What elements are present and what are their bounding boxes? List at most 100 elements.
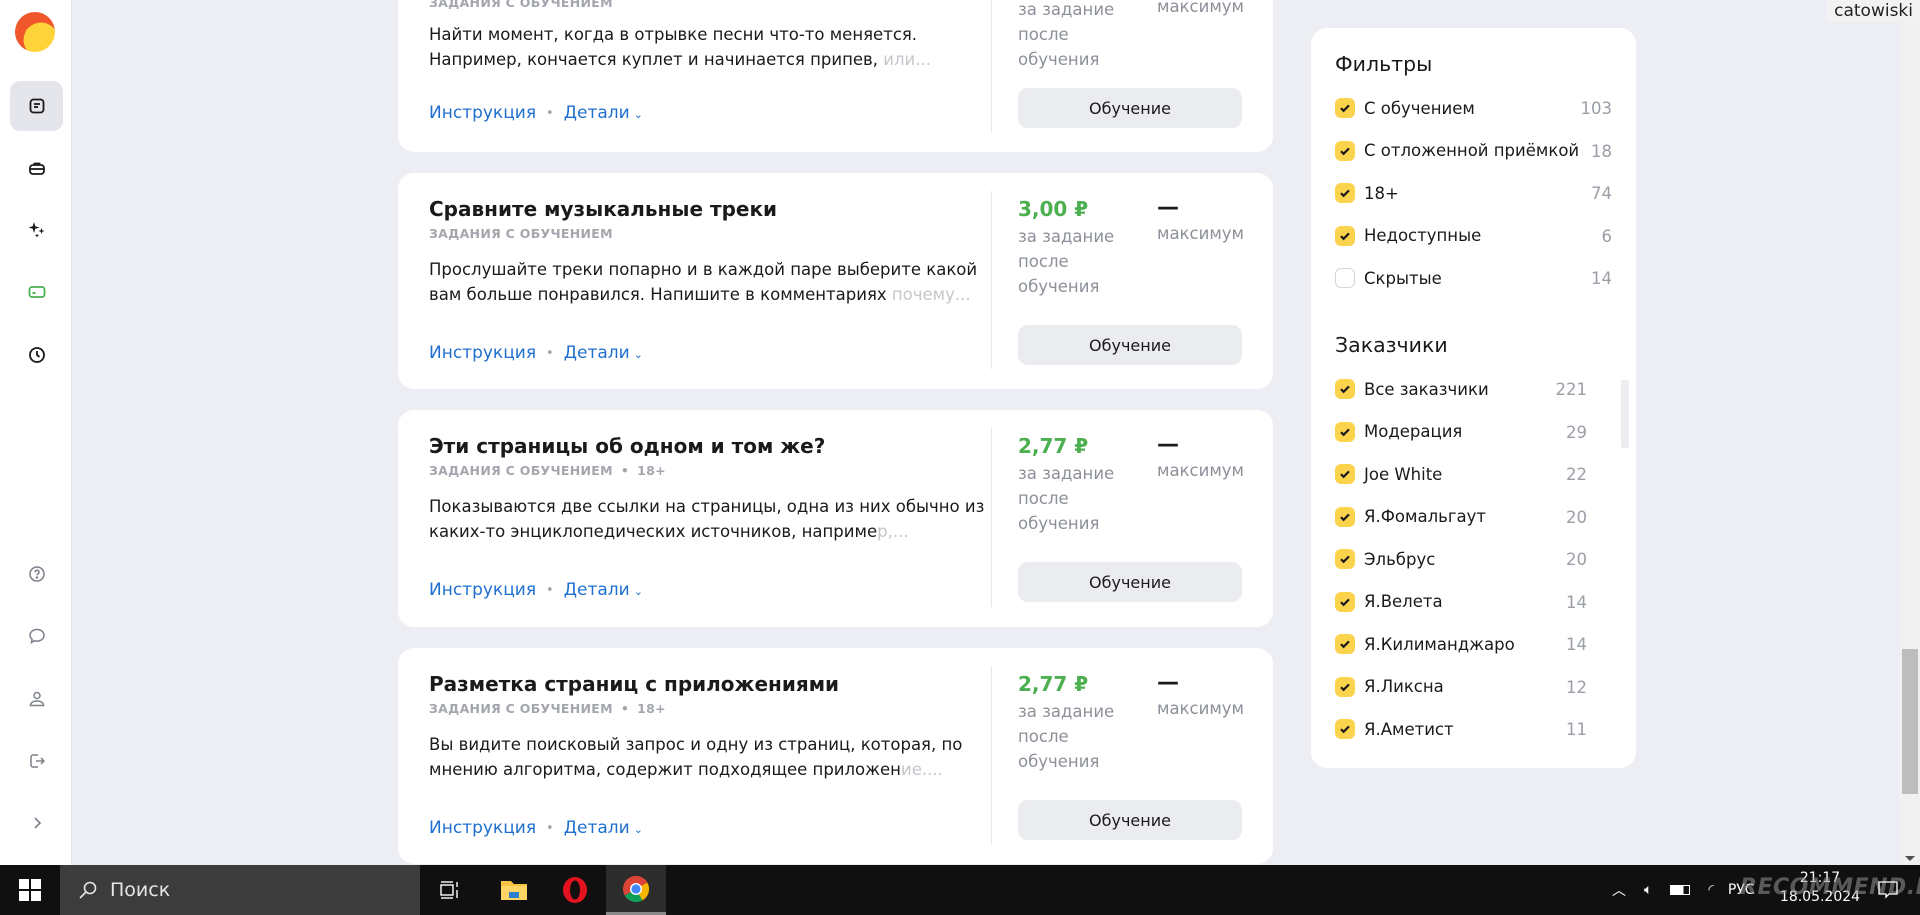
- divider: [991, 191, 992, 369]
- customer-checkbox-row[interactable]: Модерация: [1335, 421, 1463, 442]
- checkbox-checked[interactable]: [1335, 98, 1355, 118]
- filter-checkbox-row[interactable]: Скрытые: [1335, 268, 1442, 288]
- customer-checkbox-row[interactable]: Все заказчики: [1335, 379, 1489, 399]
- training-button[interactable]: Обучение: [1018, 88, 1242, 128]
- sidebar-item-skills[interactable]: [10, 205, 63, 255]
- age-badge: 18+: [637, 701, 666, 716]
- details-link[interactable]: Детали ⌄: [564, 580, 643, 600]
- count-badge: 6: [1601, 226, 1613, 246]
- customers-scrollbar[interactable]: [1621, 380, 1629, 448]
- details-link[interactable]: Детали ⌄: [564, 103, 643, 123]
- checkmark-icon: [1340, 555, 1350, 564]
- sidebar-item-logout[interactable]: [10, 736, 63, 786]
- checkmark-icon: [1340, 640, 1350, 649]
- checkbox-label: Скрытые: [1364, 268, 1442, 288]
- wifi-icon[interactable]: ◜: [1708, 882, 1713, 898]
- customer-checkbox-row[interactable]: Я.Фомальгаут: [1335, 506, 1486, 527]
- windows-logo-icon: [19, 879, 41, 901]
- filter-checkbox-row[interactable]: С отложенной приёмкой: [1335, 140, 1580, 161]
- details-link[interactable]: Детали ⌄: [564, 818, 643, 838]
- user-icon: [29, 691, 44, 707]
- task-category: ЗАДАНИЯ С ОБУЧЕНИЕМ • 18+: [429, 463, 666, 478]
- sparkles-icon: [28, 222, 44, 238]
- left-sidebar: [0, 0, 72, 865]
- checkbox-checked[interactable]: [1335, 676, 1355, 697]
- task-title[interactable]: Сравните музыкальные треки: [429, 197, 777, 221]
- task-card: Разметка страниц с приложениями ЗАДАНИЯ …: [398, 648, 1273, 864]
- instruction-link[interactable]: Инструкция: [429, 343, 536, 363]
- opera-button[interactable]: [545, 865, 605, 915]
- checkbox-label: Все заказчики: [1364, 379, 1489, 399]
- checkbox-checked[interactable]: [1335, 634, 1355, 654]
- instruction-link[interactable]: Инструкция: [429, 818, 536, 838]
- customer-checkbox-row[interactable]: Я.Велета: [1335, 591, 1443, 612]
- task-category: ЗАДАНИЯ С ОБУЧЕНИЕМ: [429, 0, 613, 10]
- sidebar-item-history[interactable]: [10, 330, 63, 380]
- sidebar-item-help[interactable]: [10, 549, 63, 599]
- filter-checkbox-row[interactable]: Недоступные: [1335, 225, 1481, 246]
- checkbox-checked[interactable]: [1335, 591, 1355, 612]
- username-label: catowiski: [1827, 0, 1920, 22]
- taskbar-search[interactable]: Поиск: [60, 865, 420, 915]
- customer-checkbox-row[interactable]: Я.Ликсна: [1335, 676, 1444, 697]
- checkbox-checked[interactable]: [1335, 183, 1355, 203]
- battery-icon[interactable]: [1670, 885, 1691, 895]
- checkbox-label: Я.Ликсна: [1364, 677, 1444, 696]
- scroll-down-arrow-icon[interactable]: [1905, 856, 1915, 861]
- sidebar-item-messages[interactable]: [10, 611, 63, 661]
- instruction-link[interactable]: Инструкция: [429, 103, 536, 123]
- app-logo[interactable]: [15, 12, 55, 52]
- chevron-down-icon: ⌄: [633, 823, 643, 836]
- start-button[interactable]: [0, 865, 60, 915]
- file-explorer-button[interactable]: [484, 865, 544, 915]
- customer-checkbox-row[interactable]: Joe White: [1335, 464, 1442, 484]
- sidebar-item-tasks[interactable]: [10, 81, 63, 131]
- separator-dot: •: [546, 582, 554, 598]
- checkbox-checked[interactable]: [1335, 464, 1355, 484]
- page-scrollbar[interactable]: [1900, 22, 1920, 865]
- customer-checkbox-row[interactable]: Я.Килиманджаро: [1335, 634, 1515, 654]
- notifications-button[interactable]: [1868, 865, 1908, 915]
- checkbox-checked[interactable]: [1335, 140, 1355, 161]
- system-tray: ︿ 🔈︎ ◜ РУС: [1612, 865, 1755, 915]
- task-price: 2,77 ₽: [1018, 672, 1089, 696]
- task-description: Показываются две ссылки на страницы, одн…: [429, 497, 985, 541]
- count-badge: 221: [1555, 380, 1588, 399]
- checkbox-checked[interactable]: [1335, 379, 1355, 399]
- instruction-link[interactable]: Инструкция: [429, 580, 536, 600]
- checkbox-checked[interactable]: [1335, 421, 1355, 442]
- customer-checkbox-row[interactable]: Эльбрус: [1335, 549, 1435, 569]
- customer-checkbox-row[interactable]: Я.Аметист: [1335, 719, 1454, 739]
- sidebar-item-portfolio[interactable]: [10, 143, 63, 193]
- checkbox-label: Модерация: [1364, 422, 1463, 441]
- checkbox-unchecked[interactable]: [1335, 268, 1355, 288]
- chrome-icon: [623, 875, 650, 902]
- task-title[interactable]: Эти страницы об одном и том же?: [429, 434, 825, 458]
- checkbox-checked[interactable]: [1335, 719, 1355, 739]
- sidebar-expand-button[interactable]: [10, 798, 63, 848]
- training-button[interactable]: Обучение: [1018, 800, 1242, 840]
- filter-checkbox-row[interactable]: С обучением: [1335, 98, 1475, 118]
- checkbox-label: С отложенной приёмкой: [1364, 141, 1580, 160]
- details-link[interactable]: Детали ⌄: [564, 343, 643, 363]
- scrollbar-thumb[interactable]: [1902, 649, 1918, 794]
- chrome-button[interactable]: [606, 865, 666, 915]
- chevron-down-icon: ⌄: [633, 585, 643, 598]
- training-button[interactable]: Обучение: [1018, 562, 1242, 602]
- task-title[interactable]: Разметка страниц с приложениями: [429, 672, 839, 696]
- price-caption: за задание после обучения: [1018, 464, 1115, 533]
- volume-icon[interactable]: 🔈︎: [1644, 882, 1652, 898]
- task-price: 3,00 ₽: [1018, 197, 1089, 221]
- sidebar-item-profile[interactable]: [10, 674, 63, 724]
- checkbox-checked[interactable]: [1335, 506, 1355, 527]
- checkbox-checked[interactable]: [1335, 225, 1355, 246]
- show-hidden-icons-chevron-icon[interactable]: ︿: [1612, 880, 1626, 900]
- checkmark-icon: [1340, 598, 1350, 606]
- max-value: —: [1157, 670, 1179, 695]
- training-button[interactable]: Обучение: [1018, 325, 1242, 365]
- sidebar-item-payments[interactable]: [10, 267, 63, 317]
- filter-checkbox-row[interactable]: 18+: [1335, 183, 1399, 203]
- task-card: ЗАДАНИЯ С ОБУЧЕНИЕМ Найти момент, когда …: [398, 0, 1273, 152]
- task-view-button[interactable]: [420, 865, 480, 915]
- checkbox-checked[interactable]: [1335, 549, 1355, 569]
